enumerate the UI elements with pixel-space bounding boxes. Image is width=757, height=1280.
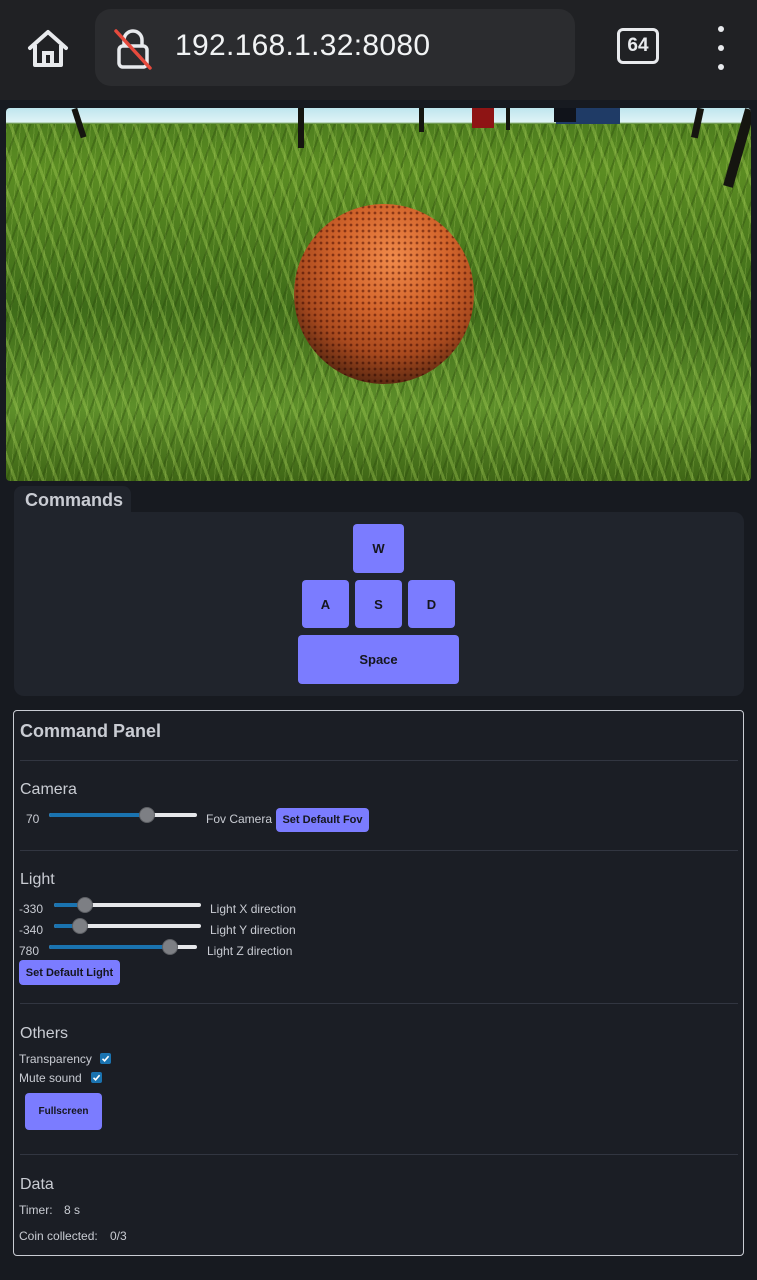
more-menu-icon[interactable] [706,26,736,70]
fov-value: 70 [26,812,40,826]
tab-count: 64 [627,35,649,56]
key-d-button[interactable]: D [408,580,455,628]
timer-label: Timer: [19,1203,53,1217]
game-canvas[interactable] [6,108,751,481]
key-w-button[interactable]: W [353,524,404,573]
url-text[interactable]: 192.168.1.32:8080 [175,29,430,63]
panel-title: Command Panel [20,721,162,741]
timer-value: 8 s [64,1203,81,1217]
transparency-checkbox[interactable] [100,1053,111,1064]
home-icon [28,30,68,67]
divider [20,1154,738,1155]
fov-label: Fov Camera [206,812,273,826]
tab-switcher-button[interactable]: 64 [617,28,659,64]
others-section-title: Others [20,1025,69,1042]
mute-sound-label: Mute sound [19,1071,82,1085]
coin-collected-value: 0/3 [110,1229,127,1243]
light-x-value: -330 [19,902,44,916]
commands-panel: W A S D Space [14,512,744,696]
fence-post [419,108,424,132]
not-secure-lock-icon[interactable] [113,28,153,70]
address-bar[interactable]: 192.168.1.32:8080 [95,9,575,86]
ball-icon [294,204,474,481]
divider [20,850,738,851]
set-default-light-button[interactable]: Set Default Light [19,960,120,985]
light-x-label: Light X direction [210,902,297,916]
light-x-slider[interactable] [54,895,201,915]
set-default-fov-button[interactable]: Set Default Fov [276,808,369,832]
light-z-slider[interactable] [49,937,197,957]
commands-tab: Commands [14,486,131,514]
key-space-button[interactable]: Space [298,635,459,684]
fence-post [298,108,304,148]
coin-collected-label: Coin collected: [19,1229,98,1243]
dark-object [554,108,576,122]
home-button[interactable] [22,22,74,74]
light-z-label: Light Z direction [207,944,293,958]
light-section-title: Light [20,871,55,888]
light-y-slider[interactable] [54,916,201,936]
command-panel: Command Panel Camera 70 Fov Camera Set D… [13,710,744,1256]
browser-toolbar: 192.168.1.32:8080 64 [0,0,757,100]
light-y-value: -340 [19,923,44,937]
fullscreen-button[interactable]: Fullscreen [25,1093,102,1130]
light-y-label: Light Y direction [210,923,296,937]
camera-section-title: Camera [20,781,77,798]
transparency-label: Transparency [19,1052,92,1066]
check-icon [92,1074,101,1081]
red-object [472,108,494,128]
key-s-button[interactable]: S [355,580,402,628]
data-section-title: Data [20,1176,54,1193]
divider [20,760,738,761]
check-icon [101,1055,110,1062]
mute-sound-checkbox[interactable] [91,1072,102,1083]
light-z-value: 780 [19,944,40,958]
fence-post [506,108,510,130]
key-a-button[interactable]: A [302,580,349,628]
fov-slider[interactable] [49,805,197,825]
divider [20,1003,738,1004]
